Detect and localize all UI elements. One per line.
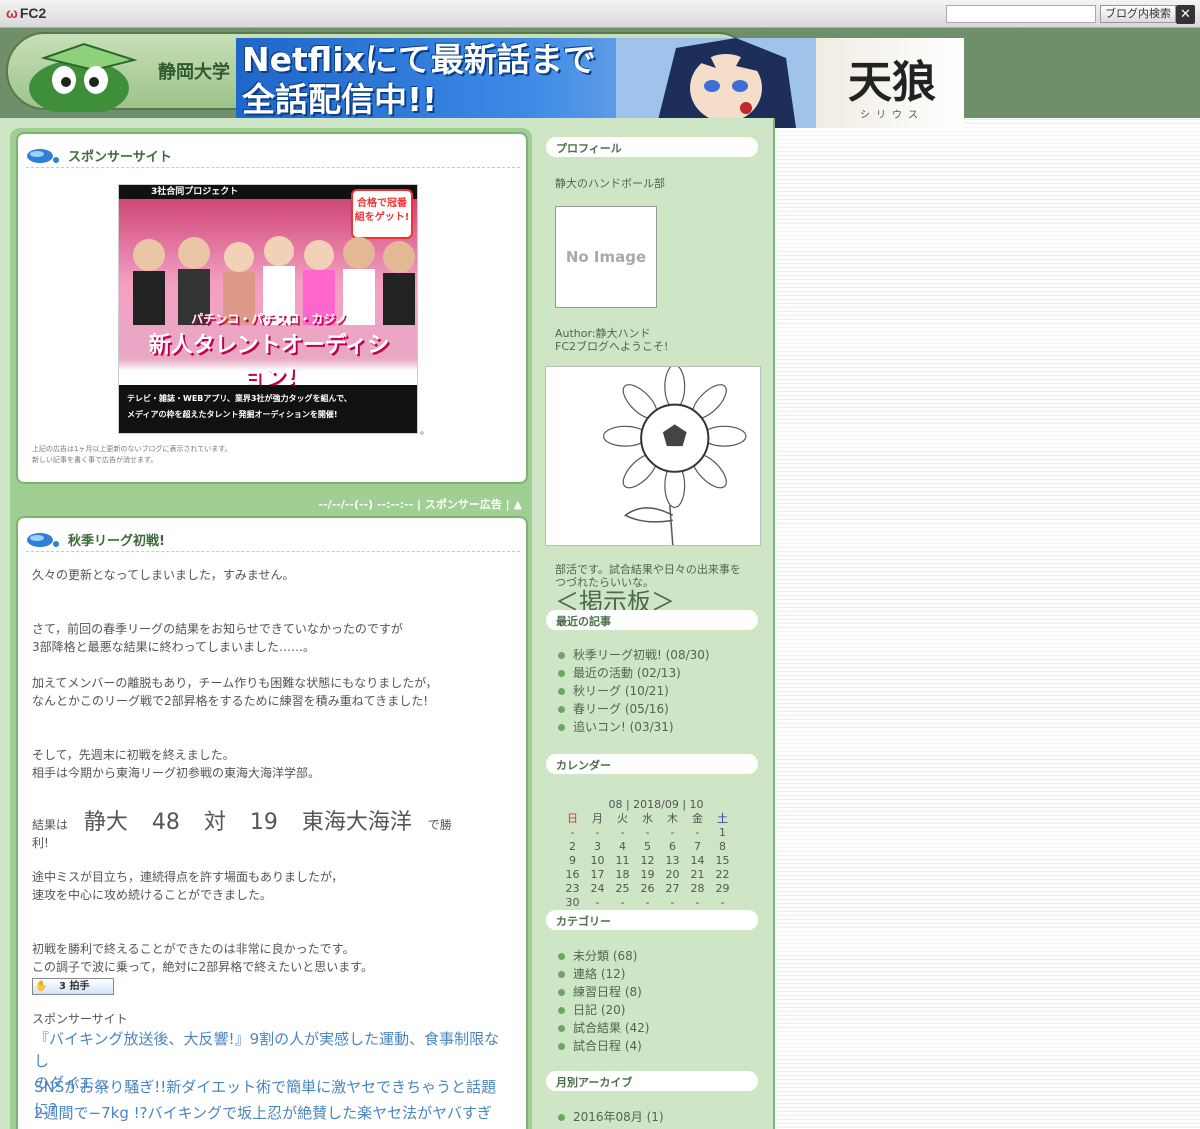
- fc2-toolbar: ω FC2 ブログ内検索 ✕: [0, 0, 1200, 28]
- post-entry: 秋季リーグ初戦! 久々の更新となってしまいました，すみません。 さて，前回の春季…: [16, 516, 528, 1129]
- recent-posts-list: 秋季リーグ初戦! (08/30) 最近の活動 (02/13) 秋リーグ (10/…: [558, 646, 758, 736]
- sidebar: プロフィール 静大のハンドボール部 No Image Author:静大ハンド F…: [540, 128, 764, 1129]
- post-paragraph: 初戦を勝利で終えることができたのは非常に良かったです。 この調子で波に乗って，絶対…: [32, 942, 373, 974]
- netflix-ad-banner[interactable]: Netflixにて最新話まで 全話配信中!! 天狼 シリウス: [236, 38, 964, 128]
- blog-title[interactable]: 静岡大学: [158, 58, 230, 84]
- calendar-week: ------1: [570, 826, 727, 839]
- ad-bottom-text: テレビ・雑誌・WEBアプリ、業界3社が強力タッグを組んで、 メディアの枠を超えたタ…: [119, 385, 417, 433]
- post-paragraph: 利!: [32, 836, 49, 850]
- entry-footer[interactable]: --/--/--(--) --:--:-- | スポンサー広告 | ▲: [310, 496, 522, 512]
- category-list: 未分類 (68) 連絡 (12) 練習日程 (8) 日記 (20) 試合結果 (…: [558, 947, 758, 1055]
- calendar-week: 30- - - - - -: [565, 896, 725, 909]
- ad-logo-title: 天狼: [848, 57, 936, 108]
- post-paragraph: 久々の更新となってしまいました，すみません。: [32, 568, 295, 582]
- bubble-icon: [27, 149, 59, 163]
- archive-heading: 月別アーカイブ: [546, 1071, 758, 1091]
- recent-posts-heading: 最近の記事: [546, 610, 758, 630]
- post-paragraph: 途中ミスが目立ち，連続得点を許す場面もありましたが， 速攻を中心に攻め続けることが…: [32, 870, 344, 902]
- match-result: 結果は 静大 48 対 19 東海大海洋 で勝: [32, 810, 452, 835]
- calendar-week: 9 10 11 12 13 14 15: [569, 854, 730, 867]
- blog-search-button[interactable]: ブログ内検索: [1100, 5, 1176, 23]
- sponsor-entry: スポンサーサイト 3社合同プロジェクト 合格で冠番組をゲット! パチンコ・パチス…: [16, 132, 528, 484]
- profile-name: 静大のハンドボール部: [555, 177, 665, 190]
- category-item[interactable]: 練習日程 (8): [558, 983, 758, 1001]
- category-item[interactable]: 試合結果 (42): [558, 1019, 758, 1037]
- profile-heading: プロフィール: [546, 137, 758, 157]
- page-body: スポンサーサイト 3社合同プロジェクト 合格で冠番組をゲット! パチンコ・パチス…: [0, 118, 775, 1129]
- entry-title[interactable]: スポンサーサイト: [68, 146, 172, 165]
- clap-icon: ✋: [35, 981, 48, 992]
- close-icon[interactable]: ✕: [1176, 5, 1195, 24]
- profile-author: Author:静大ハンド FC2ブログへようこそ!: [555, 327, 669, 353]
- calendar-nav[interactable]: 08 | 2018/09 | 10: [560, 798, 752, 812]
- ad-dot: 。: [420, 426, 430, 437]
- clap-button[interactable]: ✋ 3 拍手: [32, 978, 114, 995]
- recent-post-item[interactable]: 追いコン! (03/31): [558, 718, 758, 736]
- sponsor-label: スポンサーサイト: [32, 1012, 128, 1026]
- calendar-heading: カレンダー: [546, 754, 758, 774]
- sunflower-ball-image: [545, 366, 761, 546]
- calendar-weekdays: 日月火水木金土: [567, 812, 728, 825]
- post-paragraph: 加えてメンバーの離脱もあり，チーム作りも困難な状態にもなりましたが， なんとかこの…: [32, 676, 438, 708]
- ad-headline: Netflixにて最新話まで 全話配信中!!: [242, 40, 596, 119]
- calendar-week: 23 24 25 26 27 28 29: [565, 882, 730, 895]
- blog-search-input[interactable]: [946, 5, 1096, 23]
- bubble-icon: [27, 533, 59, 547]
- post-paragraph: さて，前回の春季リーグの結果をお知らせできていなかったのですが 3部降格と最悪な結…: [32, 622, 403, 654]
- fc2-mark-icon: ω: [6, 5, 18, 21]
- calendar: 08 | 2018/09 | 10 日月火水木金土 ------1 234567…: [560, 798, 752, 910]
- category-heading: カテゴリー: [546, 910, 758, 930]
- anime-character-image: [616, 38, 816, 128]
- sponsor-notice: 上記の広告は1ヶ月以上更新のないブログに表示されています。 新しい記事を書く事で広…: [32, 445, 232, 464]
- recent-post-item[interactable]: 最近の活動 (02/13): [558, 664, 758, 682]
- post-title[interactable]: 秋季リーグ初戦!: [68, 530, 165, 549]
- profile-avatar: No Image: [555, 206, 657, 308]
- calendar-week: 16 17 18 19 20 21 22: [565, 868, 730, 881]
- fc2-logo[interactable]: ω FC2: [6, 5, 46, 21]
- category-item[interactable]: 日記 (20): [558, 1001, 758, 1019]
- sponsor-ad-image[interactable]: 3社合同プロジェクト 合格で冠番組をゲット! パチンコ・パチスロ・カジノ 新人タレ…: [118, 184, 418, 434]
- ad-logo-subtitle: シリウス: [860, 110, 924, 121]
- archive-item[interactable]: 2016年08月 (1): [558, 1108, 758, 1126]
- blog-header: 静岡大学 Netflixにて最新話まで全話配信中!! 天狼 シリウス 上記広告は…: [0, 28, 1200, 140]
- recent-post-item[interactable]: 春リーグ (05/16): [558, 700, 758, 718]
- category-item[interactable]: 連絡 (12): [558, 965, 758, 983]
- ad-banner-text: パチンコ・パチスロ・カジノ 新人タレントオーディション!: [148, 312, 390, 390]
- category-item[interactable]: 試合日程 (4): [558, 1037, 758, 1055]
- category-item[interactable]: 未分類 (68): [558, 947, 758, 965]
- frog-mascot-icon: [29, 42, 138, 112]
- recent-post-item[interactable]: 秋リーグ (10/21): [558, 682, 758, 700]
- sponsor-link[interactable]: 2週間で−7kg !?バイキングで坂上忍が絶賛した楽ヤセ法がヤバすぎ: [34, 1102, 514, 1124]
- calendar-week: 2345678: [569, 840, 726, 853]
- archive-list: 2016年08月 (1): [558, 1108, 758, 1126]
- entry-header: 秋季リーグ初戦!: [26, 526, 520, 552]
- main-column: スポンサーサイト 3社合同プロジェクト 合格で冠番組をゲット! パチンコ・パチス…: [10, 128, 532, 1129]
- recent-post-item[interactable]: 秋季リーグ初戦! (08/30): [558, 646, 758, 664]
- entry-header: スポンサーサイト: [26, 142, 520, 168]
- post-paragraph: そして，先週末に初戦を終えました。 相手は今期から東海リーグ初参戦の東海大海洋学部…: [32, 748, 321, 780]
